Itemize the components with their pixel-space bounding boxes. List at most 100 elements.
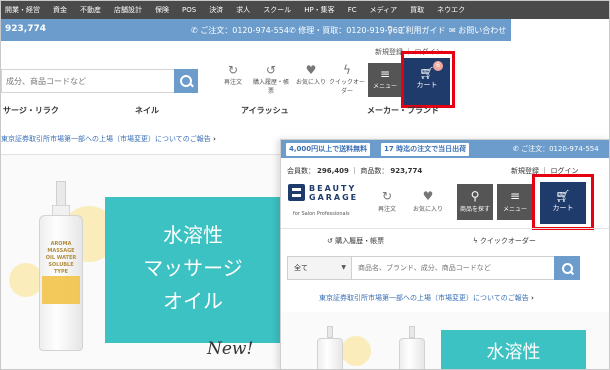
back-announcement-link[interactable]: 東京証券取引所市場第一部への上場（市場変更）についてのご報告 › bbox=[1, 134, 216, 144]
guide-link-text: ご利用ガイド bbox=[397, 26, 446, 35]
history-icon: ↺ bbox=[265, 63, 277, 77]
search-icon: ⚲ bbox=[470, 189, 480, 203]
beauty-garage-logo[interactable]: BEAUTY GARAGE for Salon Professionals bbox=[288, 184, 368, 224]
quick-order-link[interactable]: ϟ クイックオーダー bbox=[473, 236, 536, 246]
menu-icon: ≡ bbox=[379, 67, 391, 81]
logo-word-1: BEAUTY bbox=[309, 184, 357, 193]
topnav-item[interactable]: POS bbox=[182, 6, 196, 14]
bottle-cap bbox=[327, 326, 333, 338]
member-count: 296,409 bbox=[317, 167, 349, 175]
banner-headline-line: マッサージ bbox=[143, 256, 243, 280]
back-menu-label: メニュー bbox=[372, 83, 397, 90]
category-item[interactable]: メーカー・ブランド bbox=[367, 105, 439, 116]
back-reorder-label: 再注文 bbox=[223, 79, 242, 86]
mobile-favorites-button[interactable]: ♥ お気に入り bbox=[410, 189, 446, 213]
product-count: 923,774 bbox=[5, 24, 46, 34]
chevron-down-icon: ▼ bbox=[341, 264, 346, 271]
heart-icon: ♥ bbox=[422, 189, 434, 203]
bottle-cap bbox=[56, 181, 66, 207]
menu-icon: ≡ bbox=[509, 189, 521, 203]
member-count-label: 会員数： bbox=[287, 167, 315, 175]
back-search-placeholder: 成分、商品コードなど bbox=[6, 77, 86, 86]
topnav-item[interactable]: スクール bbox=[263, 5, 291, 15]
back-register-link[interactable]: 新規登録 bbox=[375, 48, 403, 56]
history-link-text: 購入履歴・帳票 bbox=[335, 237, 385, 245]
category-item[interactable]: アイラッシュ bbox=[241, 105, 289, 116]
mobile-search-input[interactable] bbox=[358, 257, 558, 279]
back-reorder-button[interactable]: ↻ 再注文 bbox=[213, 63, 253, 86]
mobile-banner-headline[interactable]: 水溶性 bbox=[441, 330, 586, 369]
history-link[interactable]: ↺ 購入履歴・帳票 bbox=[327, 236, 384, 246]
free-shipping-badge: 4,000円以上で送料無料 bbox=[286, 143, 371, 156]
info-bar: 923,774 ✆ ご注文：0120-974-554 ✆ 修理・買取：0120-… bbox=[1, 19, 511, 41]
mobile-announcement-text: 東京証券取引所市場第一部への上場（市場変更）についてのご報告 bbox=[319, 294, 529, 302]
topnav-item[interactable]: 店舗設計 bbox=[114, 5, 142, 15]
bottle-image bbox=[399, 326, 425, 369]
bottle-body bbox=[317, 338, 343, 369]
topnav-item[interactable]: 資金 bbox=[53, 5, 67, 15]
back-quick-order-label: クイックオーダー bbox=[328, 79, 365, 95]
mobile-menu-button[interactable]: ≡ メニュー bbox=[497, 184, 533, 220]
logo-tagline: for Salon Professionals bbox=[293, 211, 350, 217]
reorder-icon: ↻ bbox=[381, 189, 393, 203]
topnav-item[interactable]: 開業・経営 bbox=[5, 5, 40, 15]
topnav-item[interactable]: 保険 bbox=[155, 5, 169, 15]
topnav-item[interactable]: ネウエク bbox=[437, 5, 465, 15]
top-navigation: 開業・経営 資金 不動産 店舗設計 保険 POS 決済 求人 スクール HP・集… bbox=[1, 1, 609, 19]
reorder-icon: ↻ bbox=[227, 63, 239, 77]
guide-link[interactable]: ❔ ご利用ガイド bbox=[385, 25, 446, 36]
bottle-label-stripe bbox=[42, 276, 80, 304]
banner-headline-box[interactable]: 水溶性 マッサージ オイル bbox=[105, 197, 281, 343]
category-item[interactable]: ネイル bbox=[135, 105, 159, 116]
banner-new-script: New! bbox=[207, 339, 254, 359]
back-search-button[interactable] bbox=[174, 69, 198, 93]
topnav-item[interactable]: FC bbox=[348, 6, 357, 14]
category-select-value: 全て bbox=[294, 264, 308, 272]
back-quick-order-button[interactable]: ϟ クイックオーダー bbox=[327, 63, 367, 95]
mobile-announcement-link[interactable]: 東京証券取引所市場第一部への上場（市場変更）についてのご報告 › bbox=[319, 293, 534, 303]
topnav-item[interactable]: 決済 bbox=[209, 5, 223, 15]
topnav-item[interactable]: 求人 bbox=[236, 5, 250, 15]
find-product-button[interactable]: ⚲ 商品を探す bbox=[457, 184, 493, 220]
back-history-button[interactable]: ↺ 購入履歴・帳票 bbox=[251, 63, 291, 95]
bottle-label: AROMA MASSAGE OIL WATER SOLUBLE TYPE bbox=[45, 241, 77, 275]
topnav-item[interactable]: HP・集客 bbox=[304, 5, 335, 15]
bottle-body bbox=[399, 338, 425, 369]
topnav-item[interactable]: 不動産 bbox=[80, 5, 101, 15]
mobile-search-button[interactable] bbox=[554, 256, 580, 280]
chevron-right-icon: › bbox=[531, 294, 534, 302]
mobile-reorder-label: 再注文 bbox=[377, 206, 396, 213]
mobile-order-phone-text: ご注文：0120-974-554 bbox=[521, 145, 599, 153]
topnav-item[interactable]: メディア bbox=[370, 5, 398, 15]
find-product-label: 商品を探す bbox=[459, 206, 490, 213]
same-day-shipping-badge: 17 時迄の注文で当日出荷 bbox=[381, 143, 470, 156]
mobile-search-bar: 全て ▼ bbox=[287, 256, 580, 280]
back-favorites-label: お気に入り bbox=[295, 79, 326, 86]
bottle-image bbox=[317, 326, 343, 369]
mobile-menu-label: メニュー bbox=[502, 206, 527, 213]
lemon-slice-image bbox=[341, 336, 371, 366]
cart-highlight-box bbox=[401, 51, 455, 108]
lightning-icon: ϟ bbox=[473, 237, 478, 245]
back-announcement-text: 東京証券取引所市場第一部への上場（市場変更）についてのご報告 bbox=[1, 135, 211, 143]
massage-oil-bottle-image: AROMA MASSAGE OIL WATER SOLUBLE TYPE bbox=[39, 181, 83, 351]
category-select[interactable]: 全て ▼ bbox=[288, 257, 352, 279]
category-nav: サージ・リラク ネイル アイラッシュ メーカー・ブランド bbox=[1, 105, 511, 121]
mobile-reorder-button[interactable]: ↻ 再注文 bbox=[369, 189, 405, 213]
contact-link-text: お問い合わせ bbox=[458, 26, 507, 35]
topnav-item[interactable]: 買取 bbox=[410, 5, 424, 15]
quick-order-link-text: クイックオーダー bbox=[479, 237, 536, 245]
mobile-cart-highlight-box bbox=[532, 174, 594, 230]
back-search-input[interactable]: 成分、商品コードなど bbox=[1, 69, 198, 93]
back-menu-button[interactable]: ≡ メニュー bbox=[368, 63, 402, 97]
category-item[interactable]: サージ・リラク bbox=[3, 105, 59, 116]
logo-mark-icon bbox=[288, 184, 305, 201]
mobile-screenshot: 4,000円以上で送料無料 17 時迄の注文で当日出荷 ✆ ご注文：0120-9… bbox=[280, 139, 609, 369]
lemon-slice-image bbox=[9, 263, 43, 297]
back-history-label: 購入履歴・帳票 bbox=[252, 79, 289, 95]
contact-link[interactable]: ✉ お問い合わせ bbox=[449, 25, 506, 36]
product-count-label: 商品数： bbox=[360, 167, 389, 175]
banner-headline-line: オイル bbox=[163, 289, 223, 313]
back-favorites-button[interactable]: ♥ お気に入り bbox=[291, 63, 331, 86]
bottle-cap bbox=[409, 326, 415, 338]
